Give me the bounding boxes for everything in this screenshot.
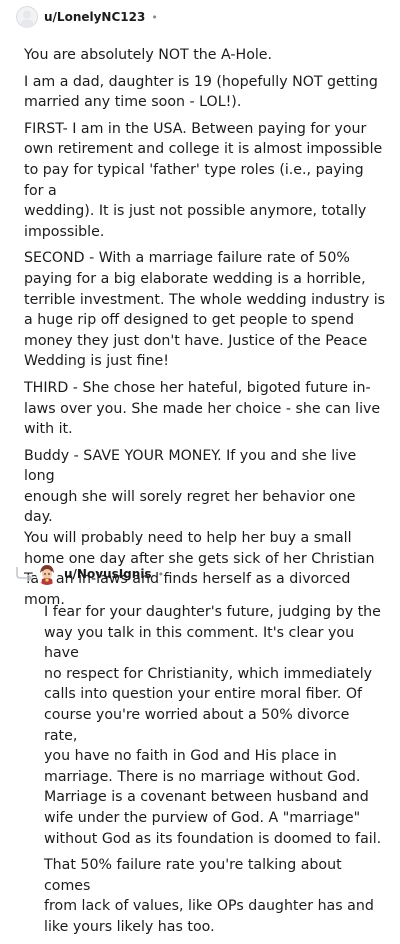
comment-paragraph: That 50% failure rate you're talking abo… <box>44 857 374 935</box>
separator-dot: • <box>157 567 165 581</box>
comment-paragraph: You are absolutely NOT the A-Hole. <box>24 47 273 63</box>
comment-body: I fear for your daughter's future, judgi… <box>44 602 384 944</box>
reply-arrow-icon <box>16 567 33 582</box>
character-avatar-icon <box>36 563 58 585</box>
comment-paragraph: I fear for your daughter's future, judgi… <box>44 604 382 847</box>
user-avatar[interactable] <box>16 6 38 28</box>
separator-dot: • <box>151 10 158 24</box>
default-avatar-icon <box>16 6 38 28</box>
comment-paragraph: SECOND - With a marriage failure rate of… <box>24 250 386 370</box>
username[interactable]: u/NovusIgnis <box>64 567 152 581</box>
comment-header: u/LonelyNC123 • <box>16 5 158 29</box>
comment-paragraph: THIRD - She chose her hateful, bigoted f… <box>24 379 381 438</box>
comment-thread: u/LonelyNC123 • You are absolutely NOT t… <box>0 0 400 935</box>
comment-header: u/NovusIgnis • <box>36 562 164 586</box>
comment-body: You are absolutely NOT the A-Hole. I am … <box>24 45 386 616</box>
comment-paragraph: FIRST- I am in the USA. Between paying f… <box>24 120 383 240</box>
user-avatar[interactable] <box>36 563 58 585</box>
comment-paragraph: I am a dad, daughter is 19 (hopefully NO… <box>24 73 378 111</box>
username[interactable]: u/LonelyNC123 <box>44 10 145 24</box>
